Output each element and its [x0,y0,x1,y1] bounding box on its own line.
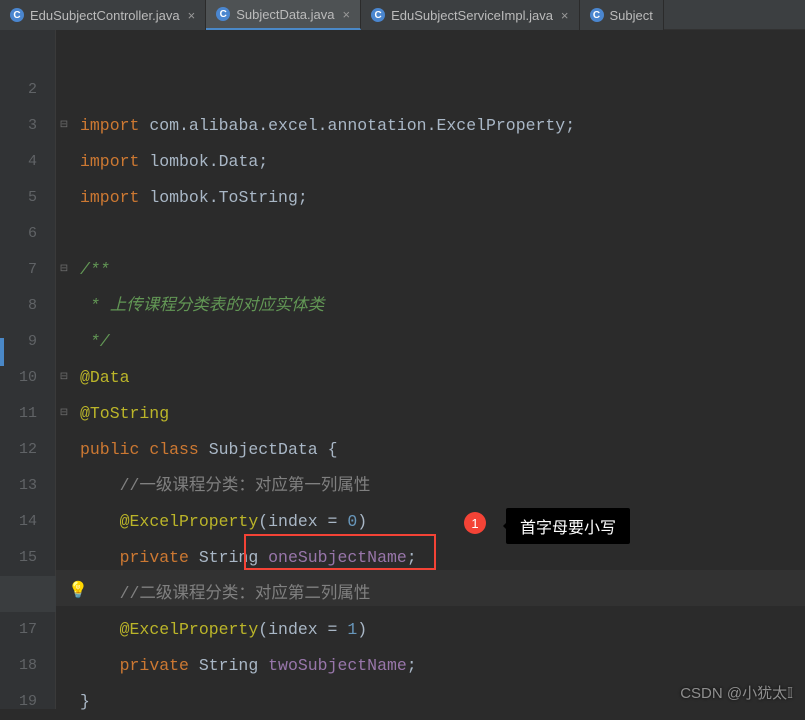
java-class-icon: C [216,7,230,21]
code-line: @ExcelProperty(index = 1) [80,612,805,648]
tab-label: EduSubjectController.java [30,8,180,23]
editor-tab-bar: C EduSubjectController.java × C SubjectD… [0,0,805,30]
line-number: 8 [0,288,37,324]
code-line: private String oneSubjectName; [80,540,805,576]
breakpoint-stripe [0,338,4,366]
code-line: import com.alibaba.excel.annotation.Exce… [80,108,805,144]
close-icon[interactable]: × [188,8,196,23]
gutter-current-line-highlight [0,576,56,612]
code-line: //二级课程分类：对应第二列属性 [80,576,805,612]
close-icon[interactable]: × [342,7,350,22]
code-line [80,36,805,72]
line-number: 3 [0,108,37,144]
line-number: 18 [0,648,37,684]
code-line: * 上传课程分类表的对应实体类 [80,288,805,324]
watermark: CSDN @小犹太𝕀 [680,682,793,703]
line-number: 19 [0,684,37,720]
line-number: 6 [0,216,37,252]
java-class-icon: C [371,8,385,22]
tooltip-text: 首字母要小写 [520,520,616,537]
java-class-icon: C [590,8,604,22]
line-number: 11 [0,396,37,432]
code-line [80,72,805,108]
line-number: 12 [0,432,37,468]
tab-subjectdata[interactable]: C SubjectData.java × [206,0,361,30]
tab-label: Subject [610,8,653,23]
annotation-tooltip: 首字母要小写 [506,508,630,544]
line-number: 4 [0,144,37,180]
code-line: //一级课程分类：对应第一列属性 [80,468,805,504]
line-number: 9 [0,324,37,360]
tab-label: SubjectData.java [236,7,334,22]
code-content[interactable]: import com.alibaba.excel.annotation.Exce… [56,30,805,709]
code-line [80,216,805,252]
line-number: 15 [0,540,37,576]
tab-label: EduSubjectServiceImpl.java [391,8,553,23]
tab-subject-truncated[interactable]: C Subject [580,0,664,30]
annotation-step-badge: 1 [464,512,486,534]
tab-edusubjectserviceimpl[interactable]: C EduSubjectServiceImpl.java × [361,0,579,30]
code-line: import lombok.ToString; [80,180,805,216]
line-number [0,36,37,72]
code-line: @Data [80,360,805,396]
badge-number: 1 [471,516,478,531]
code-line: @ToString [80,396,805,432]
line-number: 7 [0,252,37,288]
line-number: 13 [0,468,37,504]
close-icon[interactable]: × [561,8,569,23]
line-number: 10 [0,360,37,396]
intention-bulb-icon[interactable]: 💡 [68,580,86,598]
code-line: /** [80,252,805,288]
tab-edusubjectcontroller[interactable]: C EduSubjectController.java × [0,0,206,30]
code-line: */ [80,324,805,360]
java-class-icon: C [10,8,24,22]
code-line: public class SubjectData { [80,432,805,468]
line-number: 2 [0,72,37,108]
line-number: 17 [0,612,37,648]
code-line: @ExcelProperty(index = 0) [80,504,805,540]
line-number: 14 [0,504,37,540]
line-number: 5 [0,180,37,216]
code-editor[interactable]: 2 3 4 5 6 7 8 9 10 11 12 13 14 15 16 17 … [0,30,805,709]
code-line: import lombok.Data; [80,144,805,180]
code-line: private String twoSubjectName; [80,648,805,684]
